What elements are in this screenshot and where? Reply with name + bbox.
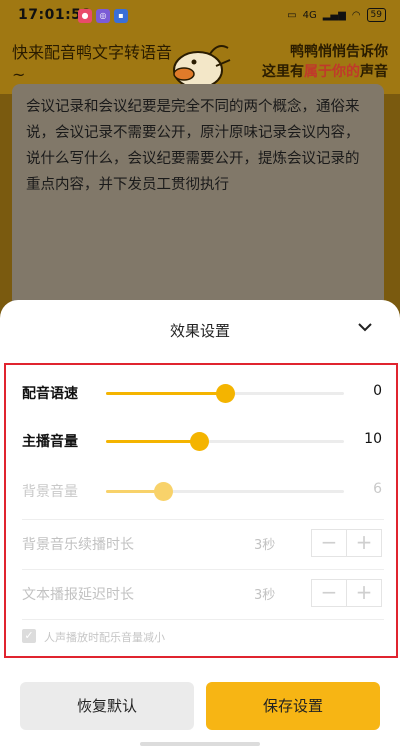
host-volume-label: 主播音量 — [22, 434, 78, 450]
duck-music-checkbox[interactable]: ✓ — [22, 629, 36, 643]
status-indicators: ▭ 4G ▂▄▆ ◠ 59 — [287, 8, 386, 22]
bg-duration-label: 背景音乐续播时长 — [22, 537, 134, 553]
bg-duration-stepper: − + — [311, 529, 382, 557]
vibrate-icon: ▭ — [287, 9, 297, 21]
app-circle-icon: ◎ — [96, 9, 110, 23]
bg-volume-label: 背景音量 — [22, 484, 78, 500]
speed-value: 0 — [373, 383, 382, 399]
reset-defaults-button[interactable]: 恢复默认 — [20, 682, 194, 730]
settings-panel: 配音语速 0 主播音量 10 背景音量 6 背景音乐续播时长 3秒 − + 文本… — [4, 363, 398, 658]
effect-settings-sheet: 效果设置 配音语速 0 主播音量 10 背景音量 6 背景音乐续播时长 3秒 −… — [0, 300, 400, 750]
editor-text[interactable]: 会议记录和会议纪要是完全不同的两个概念，通俗来说，会议记录不需要公开，原汁原味记… — [12, 84, 384, 208]
banner-suffix: 声音 — [360, 64, 388, 80]
delay-stepper: − + — [311, 579, 382, 607]
wifi-icon: ◠ — [351, 9, 361, 21]
host-volume-slider-thumb[interactable] — [189, 432, 209, 451]
bg-duration-minus-button[interactable]: − — [311, 529, 347, 557]
speed-label: 配音语速 — [22, 386, 78, 402]
delay-label: 文本播报延迟时长 — [22, 587, 134, 603]
host-volume-slider-fill — [106, 440, 199, 443]
banner-line1: 鸭鸭悄悄告诉你 — [290, 44, 388, 60]
status-app-icons: ● ◎ ▪ — [78, 9, 128, 23]
host-volume-slider[interactable] — [106, 432, 344, 451]
bg-duration-row: 背景音乐续播时长 3秒 − + — [22, 529, 384, 557]
text-editor[interactable]: 会议记录和会议纪要是完全不同的两个概念，通俗来说，会议记录不需要公开，原汁原味记… — [12, 84, 384, 314]
banner-prefix: 这里有 — [262, 64, 304, 80]
delay-plus-button[interactable]: + — [347, 579, 382, 607]
battery-icon: 59 — [366, 8, 386, 22]
speed-slider[interactable] — [106, 384, 344, 403]
host-volume-value: 10 — [364, 431, 382, 447]
sheet-title: 效果设置 — [169, 322, 230, 340]
delay-minus-button[interactable]: − — [311, 579, 347, 607]
bg-volume-slider[interactable] — [106, 482, 344, 501]
speed-slider-thumb[interactable] — [216, 384, 235, 403]
app-blue-icon: ▪ — [114, 9, 128, 23]
home-indicator — [140, 742, 260, 746]
network-label: 4G — [302, 9, 317, 21]
signal-icon: ▂▄▆ — [322, 9, 346, 21]
delay-row: 文本播报延迟时长 3秒 − + — [22, 579, 384, 607]
bg-volume-value: 6 — [373, 481, 382, 497]
page-title: 快来配音鸭文字转语音~ — [12, 43, 173, 84]
header-banner: 鸭鸭悄悄告诉你 这里有属于你的声音 — [262, 42, 388, 82]
bg-volume-slider-thumb[interactable] — [154, 482, 174, 501]
bg-volume-row: 背景音量 6 — [22, 479, 382, 503]
bg-duration-value: 3秒 — [254, 538, 276, 553]
divider — [22, 619, 384, 620]
banner-highlight: 属于你的 — [304, 64, 360, 80]
duck-music-label: 人声播放时配乐音量减小 — [44, 631, 165, 644]
delay-value: 3秒 — [254, 588, 276, 603]
speed-row: 配音语速 0 — [22, 381, 382, 405]
divider — [22, 519, 384, 520]
save-settings-button[interactable]: 保存设置 — [206, 682, 380, 730]
speed-slider-fill — [106, 392, 225, 395]
divider — [22, 569, 384, 570]
bg-duration-plus-button[interactable]: + — [347, 529, 382, 557]
status-bar: 17:01:58 ● ◎ ▪ ▭ 4G ▂▄▆ ◠ 59 — [0, 0, 400, 34]
host-volume-row: 主播音量 10 — [22, 429, 382, 453]
app-badge-icon: ● — [78, 9, 92, 23]
chevron-down-icon[interactable] — [356, 318, 374, 336]
banner-line2: 这里有属于你的声音 — [262, 62, 388, 82]
